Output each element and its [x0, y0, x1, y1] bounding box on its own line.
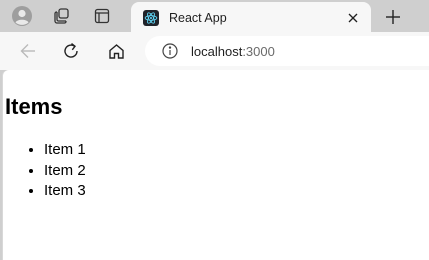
tab-actions-icon — [94, 8, 110, 24]
tab-title: React App — [169, 11, 227, 25]
plus-icon — [386, 10, 400, 24]
close-icon — [348, 13, 358, 23]
list-item: Item 2 — [44, 161, 429, 182]
new-tab-button[interactable] — [380, 4, 406, 30]
address-url: localhost:3000 — [191, 44, 275, 59]
list-item: Item 1 — [44, 140, 429, 161]
tab-close-button[interactable] — [343, 8, 363, 28]
back-button[interactable] — [15, 38, 41, 64]
page-content: Items Item 1 Item 2 Item 3 — [3, 70, 429, 202]
address-bar[interactable]: localhost:3000 — [145, 36, 429, 66]
items-list: Item 1 Item 2 Item 3 — [5, 140, 429, 202]
tab-actions-button[interactable] — [86, 3, 118, 29]
page-heading: Items — [5, 94, 63, 119]
tab-active[interactable]: React App — [131, 2, 371, 34]
profile-button[interactable] — [6, 3, 38, 29]
profile-icon — [12, 6, 32, 26]
address-host: localhost — [191, 43, 243, 59]
home-button[interactable] — [103, 38, 129, 64]
home-icon — [108, 43, 124, 59]
address-port: :3000 — [242, 43, 275, 59]
tab-strip: React App — [0, 0, 429, 34]
browser-toolbar: localhost:3000 — [0, 32, 429, 70]
site-info-button[interactable] — [161, 42, 179, 60]
list-item: Item 3 — [44, 181, 429, 202]
react-logo-icon — [143, 10, 159, 26]
browser-window: React App localhost:3000 Items • Item 1 … — [0, 0, 429, 260]
reload-button[interactable] — [58, 38, 84, 64]
back-arrow-icon — [20, 44, 35, 58]
workspaces-icon — [54, 8, 69, 24]
workspaces-button[interactable] — [46, 3, 78, 29]
reload-icon — [64, 43, 78, 58]
page-viewport: Items Item 1 Item 2 Item 3 — [3, 70, 429, 260]
info-icon — [162, 43, 178, 59]
